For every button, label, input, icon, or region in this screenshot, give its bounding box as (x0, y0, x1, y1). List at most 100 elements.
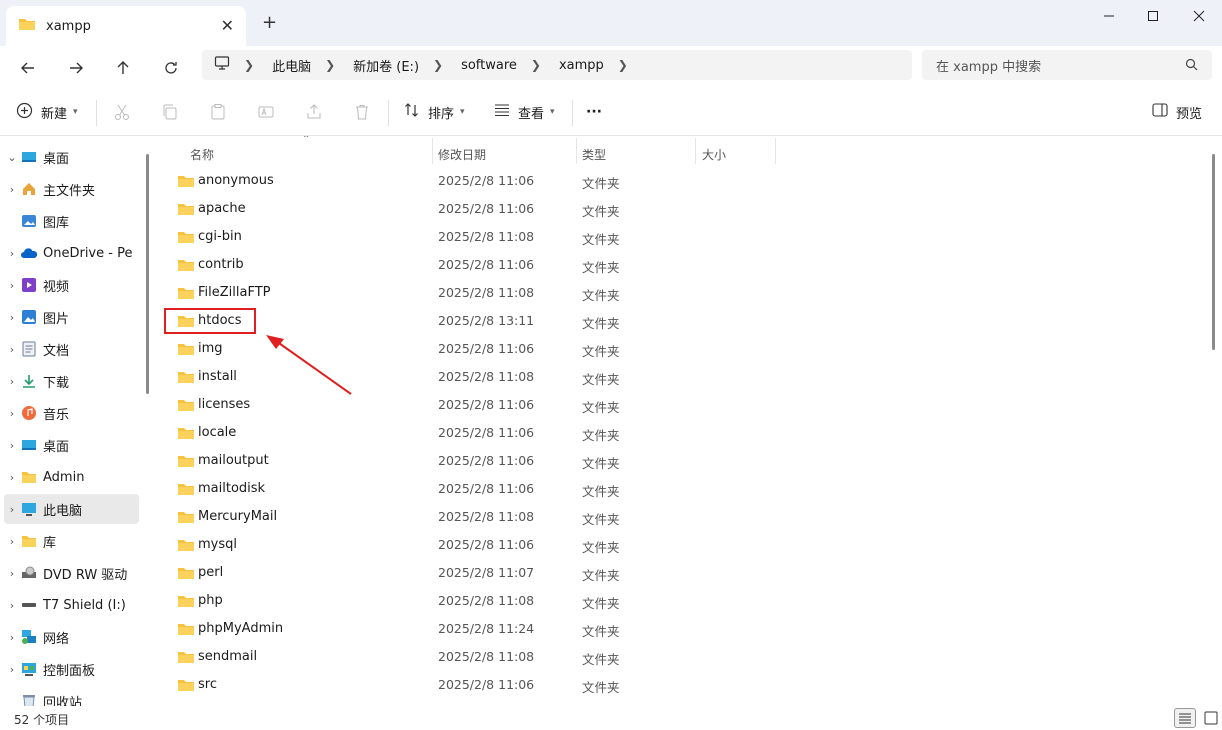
file-list-scrollbar[interactable] (1212, 154, 1215, 350)
column-header-type[interactable]: 类型 (582, 141, 606, 167)
chevron-right-icon[interactable]: ❯ (433, 58, 443, 72)
file-row[interactable]: mailtodisk 2025/2/8 11:06 文件夹 (168, 475, 1198, 503)
up-button[interactable] (109, 54, 137, 82)
chevron-right-icon[interactable]: › (4, 375, 20, 388)
network-icon (20, 628, 38, 646)
paste-icon[interactable] (208, 102, 228, 122)
share-icon[interactable] (304, 102, 324, 122)
sidebar-item-control-panel[interactable]: › 控制面板 (4, 654, 139, 684)
chevron-right-icon[interactable]: › (4, 631, 20, 644)
file-row[interactable]: install 2025/2/8 11:08 文件夹 (168, 363, 1198, 391)
tab-xampp[interactable]: xampp ✕ (6, 6, 246, 46)
cut-icon[interactable] (112, 102, 132, 122)
chevron-right-icon[interactable]: › (4, 407, 20, 420)
chevron-right-icon[interactable]: ❯ (531, 58, 541, 72)
sidebar-item-videos[interactable]: › 视频 (4, 270, 139, 300)
more-options-button[interactable]: ··· (586, 100, 602, 124)
sidebar-item-documents[interactable]: › 文档 (4, 334, 139, 364)
chevron-right-icon[interactable]: › (4, 343, 20, 356)
sidebar-item-onedrive[interactable]: › OneDrive - Pe (4, 238, 139, 268)
view-button[interactable]: 查看 ▾ (494, 100, 555, 124)
column-header-size[interactable]: 大小 (702, 141, 726, 167)
dvd-icon (20, 564, 38, 582)
forward-button[interactable] (62, 54, 90, 82)
breadcrumb-drive-e[interactable]: 新加卷 (E:) (353, 56, 419, 75)
chevron-right-icon[interactable]: › (4, 247, 20, 260)
chevron-right-icon[interactable]: › (4, 599, 20, 612)
search-input[interactable]: 在 xampp 中搜索 (922, 50, 1212, 80)
sidebar-item-this-pc[interactable]: › 此电脑 (4, 494, 139, 524)
preview-button[interactable]: 预览 (1152, 100, 1202, 124)
file-date: 2025/2/8 11:06 (438, 201, 535, 216)
sidebar-item-t7-shield[interactable]: › T7 Shield (I:) (4, 590, 139, 620)
file-row[interactable]: php 2025/2/8 11:08 文件夹 (168, 587, 1198, 615)
minimize-button[interactable] (1086, 4, 1132, 28)
chevron-right-icon[interactable]: › (4, 279, 20, 292)
sidebar-item-desktop-root[interactable]: ⌄ 桌面 (4, 142, 139, 172)
column-divider[interactable] (576, 138, 577, 164)
copy-icon[interactable] (160, 102, 180, 122)
new-tab-button[interactable]: + (262, 12, 277, 33)
back-button[interactable] (14, 54, 42, 82)
details-view-button[interactable] (1174, 708, 1196, 728)
maximize-button[interactable] (1130, 4, 1176, 28)
close-tab-icon[interactable]: ✕ (221, 16, 234, 35)
column-header-name[interactable]: 名称 (190, 141, 214, 167)
file-row[interactable]: cgi-bin 2025/2/8 11:08 文件夹 (168, 223, 1198, 251)
file-row[interactable]: phpMyAdmin 2025/2/8 11:24 文件夹 (168, 615, 1198, 643)
refresh-button[interactable] (157, 54, 185, 82)
file-row[interactable]: sendmail 2025/2/8 11:08 文件夹 (168, 643, 1198, 671)
sidebar-item-home[interactable]: › 主文件夹 (4, 174, 139, 204)
large-icons-view-button[interactable] (1200, 708, 1222, 728)
new-button[interactable]: 新建 ▾ (16, 100, 78, 124)
chevron-right-icon[interactable]: › (4, 311, 20, 324)
column-header-date[interactable]: 修改日期 (438, 141, 486, 167)
file-row[interactable]: perl 2025/2/8 11:07 文件夹 (168, 559, 1198, 587)
file-row[interactable]: FileZillaFTP 2025/2/8 11:08 文件夹 (168, 279, 1198, 307)
file-row[interactable]: MercuryMail 2025/2/8 11:08 文件夹 (168, 503, 1198, 531)
chevron-down-icon[interactable]: ⌄ (4, 151, 20, 164)
close-window-button[interactable] (1176, 4, 1222, 28)
sidebar-item-gallery[interactable]: 图库 (4, 206, 139, 236)
chevron-right-icon[interactable]: › (4, 183, 20, 196)
chevron-right-icon[interactable]: › (4, 439, 20, 452)
column-divider[interactable] (432, 138, 433, 164)
sidebar-item-libraries[interactable]: › 库 (4, 526, 139, 556)
sidebar-item-music[interactable]: › 音乐 (4, 398, 139, 428)
column-divider[interactable] (775, 138, 776, 164)
sidebar-item-recycle-bin[interactable]: 回收站 (4, 686, 139, 706)
sidebar-item-downloads[interactable]: › 下载 (4, 366, 139, 396)
sidebar-item-desktop[interactable]: › 桌面 (4, 430, 139, 460)
file-date: 2025/2/8 11:06 (438, 453, 535, 468)
file-row[interactable]: licenses 2025/2/8 11:06 文件夹 (168, 391, 1198, 419)
chevron-right-icon[interactable]: ❯ (618, 58, 628, 72)
delete-icon[interactable] (352, 102, 372, 122)
file-row[interactable]: locale 2025/2/8 11:06 文件夹 (168, 419, 1198, 447)
file-row[interactable]: anonymous 2025/2/8 11:06 文件夹 (168, 167, 1198, 195)
file-row[interactable]: htdocs 2025/2/8 13:11 文件夹 (168, 307, 1198, 335)
sort-button[interactable]: 排序 ▾ (404, 100, 465, 124)
chevron-right-icon[interactable]: › (4, 471, 20, 484)
chevron-right-icon[interactable]: › (4, 503, 20, 516)
chevron-right-icon[interactable]: › (4, 663, 20, 676)
file-row[interactable]: mysql 2025/2/8 11:06 文件夹 (168, 531, 1198, 559)
file-row[interactable]: img 2025/2/8 11:06 文件夹 (168, 335, 1198, 363)
breadcrumb-software[interactable]: software (461, 58, 517, 73)
sidebar-item-dvd[interactable]: › DVD RW 驱动 (4, 558, 139, 588)
chevron-right-icon[interactable]: › (4, 535, 20, 548)
sidebar-scrollbar[interactable] (146, 154, 149, 394)
address-bar[interactable]: ❯ 此电脑 ❯ 新加卷 (E:) ❯ software ❯ xampp ❯ (202, 50, 912, 80)
rename-icon[interactable] (256, 102, 276, 122)
breadcrumb-this-pc[interactable]: 此电脑 (272, 56, 311, 75)
chevron-right-icon[interactable]: › (4, 567, 20, 580)
file-row[interactable]: mailoutput 2025/2/8 11:06 文件夹 (168, 447, 1198, 475)
column-divider[interactable] (695, 138, 696, 164)
file-row[interactable]: apache 2025/2/8 11:06 文件夹 (168, 195, 1198, 223)
sidebar-item-admin[interactable]: › Admin (4, 462, 139, 492)
file-row[interactable]: contrib 2025/2/8 11:06 文件夹 (168, 251, 1198, 279)
sidebar-item-network[interactable]: › 网络 (4, 622, 139, 652)
sidebar-item-pictures[interactable]: › 图片 (4, 302, 139, 332)
breadcrumb-xampp[interactable]: xampp (559, 58, 604, 73)
chevron-right-icon[interactable]: ❯ (325, 58, 335, 72)
file-row[interactable]: src 2025/2/8 11:06 文件夹 (168, 671, 1198, 699)
